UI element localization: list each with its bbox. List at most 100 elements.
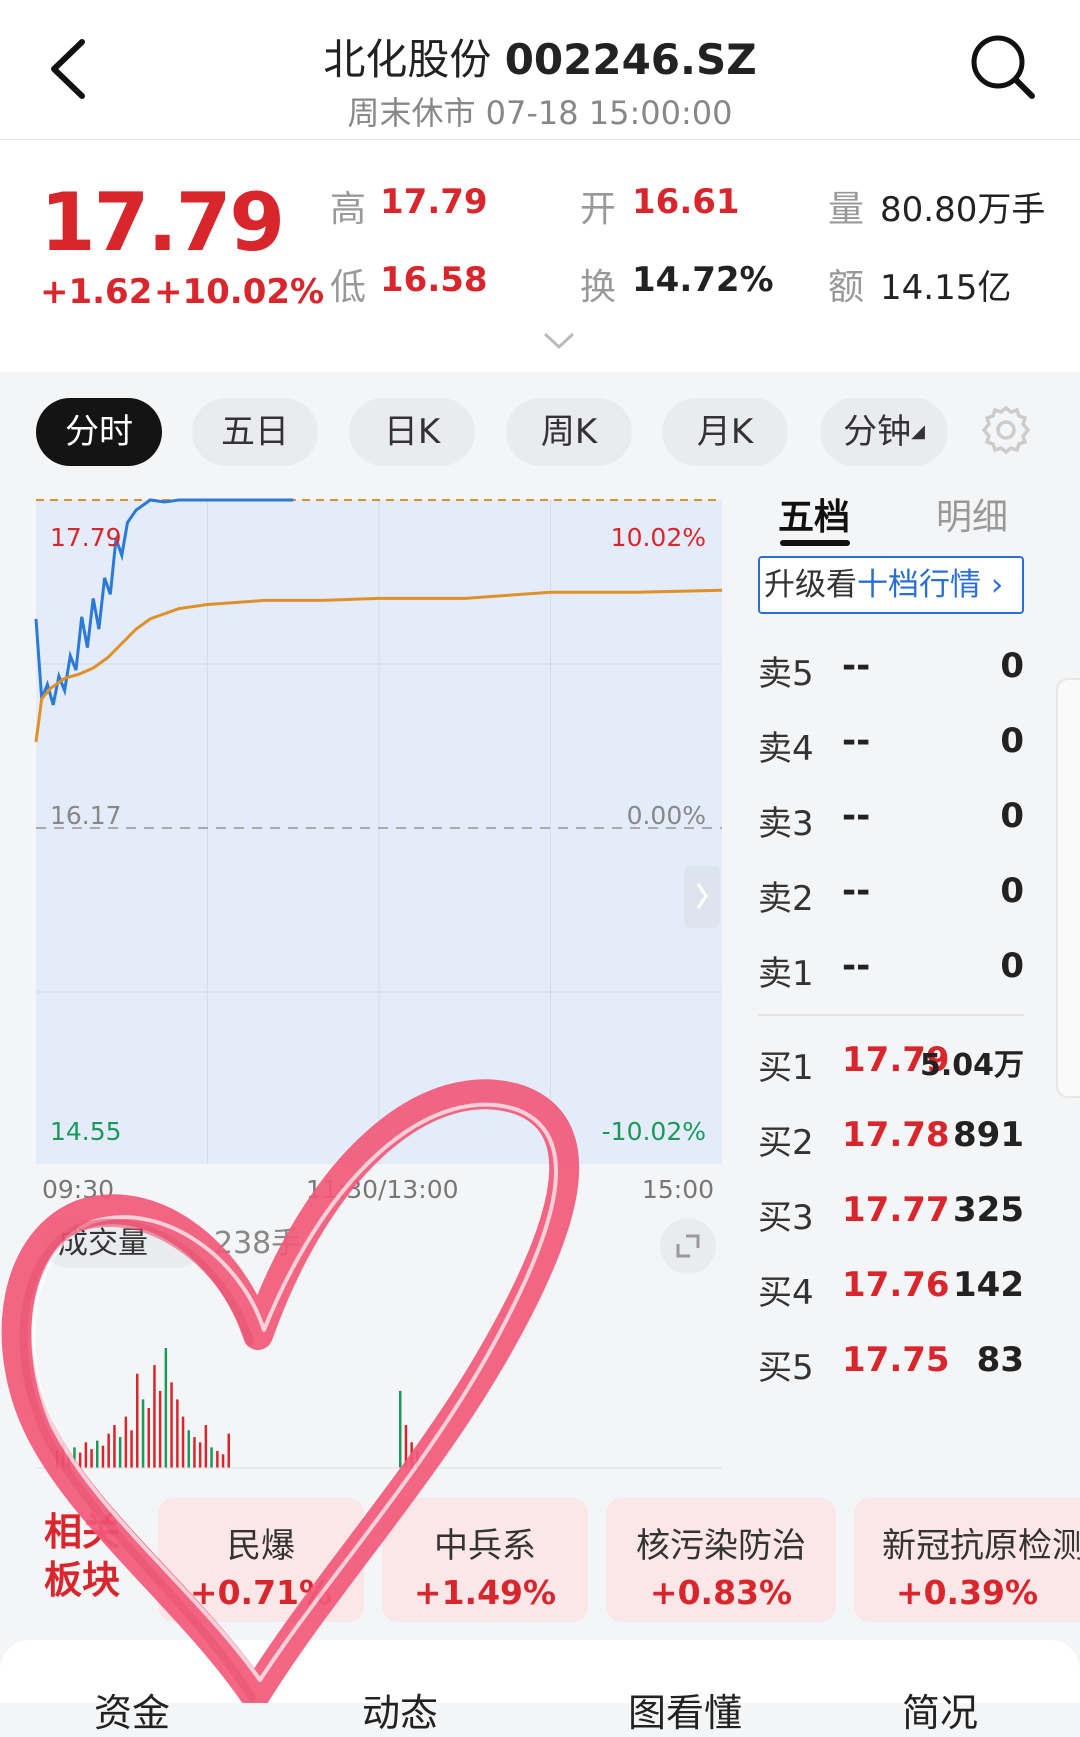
tab-minute[interactable]: 分钟◢: [820, 398, 948, 466]
bid-label: 买3: [758, 1198, 814, 1238]
ask-row: 卖2 -- 0: [758, 871, 1024, 919]
bid-price: 17.77: [842, 1190, 950, 1230]
volume-bar: [118, 1437, 122, 1468]
ask-volume: 0: [1000, 721, 1024, 761]
sector-card[interactable]: 核污染防治 +0.83%: [606, 1498, 836, 1622]
volume-bar: [404, 1425, 408, 1468]
intraday-chart[interactable]: 17.79 10.02% 16.17 0.00% 14.55 -10.02% 0…: [0, 488, 740, 1488]
open-value: 16.61: [632, 182, 740, 222]
ask-row: 卖5 -- 0: [758, 646, 1024, 694]
volume-bar: [124, 1416, 128, 1468]
bid-label: 买1: [758, 1048, 814, 1088]
tab-news[interactable]: 动态: [362, 1682, 438, 1737]
volume-bar: [153, 1365, 156, 1468]
tab-chart-explain[interactable]: 图看懂: [628, 1682, 742, 1737]
upgrade-prefix: 升级看: [764, 567, 857, 603]
ask-price: --: [842, 721, 871, 761]
volume-bar: [181, 1416, 185, 1468]
sector-card[interactable]: 新冠抗原检测 +0.39%: [854, 1498, 1080, 1622]
ask-price: --: [842, 796, 871, 836]
volume-bar: [216, 1450, 219, 1468]
tab-monthly-k[interactable]: 月K: [662, 398, 788, 466]
sector-name: 新冠抗原检测: [882, 1526, 1080, 1566]
bid-volume: 142: [953, 1265, 1024, 1305]
price-change: +1.62: [40, 272, 153, 312]
x-label-mid: 11:30/13:00: [306, 1175, 459, 1204]
related-sectors-title: 相关 板块: [44, 1508, 120, 1604]
sector-change: +0.71%: [189, 1573, 333, 1612]
volume-bar: [90, 1449, 93, 1468]
y-label-top: 17.79: [50, 523, 122, 552]
chevron-right-icon: ›: [981, 567, 1004, 603]
y-label-mid: 16.17: [50, 801, 122, 830]
high-label: 高: [330, 189, 367, 230]
bottom-tab-bar: 资金 动态 图看懂 简况: [0, 1640, 1080, 1735]
order-book-panel: 五档 明细 升级看十档行情 › 卖5 -- 0 卖4 -- 0 卖3 -- 0 卖2 -- 0 …: [740, 488, 1080, 1488]
side-drawer-handle[interactable]: [1056, 678, 1080, 1098]
upgrade-level10-button[interactable]: 升级看十档行情 ›: [758, 556, 1024, 614]
bid-label: 买5: [758, 1348, 814, 1388]
bid-row: 买4 17.76 142: [758, 1265, 1024, 1313]
tab-order-book[interactable]: 五档: [778, 488, 850, 540]
bid-volume: 83: [976, 1340, 1024, 1380]
volume-bar: [221, 1454, 225, 1468]
bid-label: 买2: [758, 1123, 814, 1163]
volume-bar: [78, 1452, 82, 1468]
sector-name: 中兵系: [434, 1526, 536, 1566]
volume-value: 80.80万手: [880, 190, 1046, 230]
volume-label: 量: [828, 189, 865, 230]
tab-funds[interactable]: 资金: [94, 1682, 170, 1737]
volume-bar: [204, 1425, 208, 1468]
tab-daily-k[interactable]: 日K: [349, 398, 475, 466]
chart-scroll-handle[interactable]: [684, 866, 720, 928]
volume-bar: [210, 1447, 213, 1468]
tab-profile[interactable]: 简况: [902, 1682, 978, 1737]
turnover-value: 14.72%: [632, 260, 774, 300]
search-icon[interactable]: [966, 30, 1040, 104]
volume-bar: [410, 1442, 413, 1468]
volume-bar: [164, 1348, 168, 1468]
chevron-down-icon[interactable]: [542, 330, 576, 352]
ask-price: --: [842, 646, 871, 686]
ask-volume: 0: [1000, 946, 1024, 986]
volume-bar: [187, 1430, 190, 1468]
sector-change: +0.83%: [649, 1573, 793, 1612]
ask-volume: 0: [1000, 796, 1024, 836]
bid-volume: 5.04万: [919, 1048, 1024, 1083]
volume-bars: [56, 1348, 419, 1468]
ask-row: 卖3 -- 0: [758, 796, 1024, 844]
low-label: 低: [330, 267, 367, 308]
volume-bar: [170, 1382, 173, 1468]
active-tab-indicator: [780, 540, 850, 546]
x-label-start: 09:30: [42, 1175, 114, 1204]
tab-minute-label: 分钟: [843, 412, 912, 452]
volume-bar: [136, 1373, 139, 1468]
volume-bar: [67, 1454, 70, 1468]
y-label-bottom-pct: -10.02%: [602, 1117, 706, 1146]
ask-label: 卖4: [758, 729, 814, 769]
tab-intraday[interactable]: 分时: [36, 398, 162, 466]
bid-price: 17.78: [842, 1115, 950, 1155]
related-title-line2: 板块: [44, 1558, 121, 1602]
sector-card[interactable]: 中兵系 +1.49%: [382, 1498, 588, 1622]
bid-row: 买2 17.78 891: [758, 1115, 1024, 1163]
sector-card[interactable]: 民爆 +0.71%: [158, 1498, 364, 1622]
gear-icon[interactable]: [978, 402, 1034, 458]
bid-price: 17.76: [842, 1265, 950, 1305]
dropdown-corner-icon: ◢: [911, 421, 925, 442]
ask-row: 卖4 -- 0: [758, 721, 1024, 769]
volume-bar: [101, 1445, 105, 1468]
bid-label: 买4: [758, 1273, 814, 1313]
sector-change: +1.49%: [413, 1573, 557, 1612]
fullscreen-button[interactable]: [660, 1218, 716, 1274]
volume-bar: [193, 1437, 196, 1468]
quote-panel: 17.79 +1.62 +10.02% 高 17.79 低 16.58 开 16…: [0, 140, 1080, 372]
tab-five-day[interactable]: 五日: [192, 398, 318, 466]
sector-change: +0.39%: [895, 1573, 1039, 1612]
header-bar: 北化股份 002246.SZ 周末休市 07-18 15:00:00: [0, 0, 1080, 140]
y-label-top-pct: 10.02%: [611, 523, 706, 552]
tab-weekly-k[interactable]: 周K: [506, 398, 632, 466]
tab-trade-detail[interactable]: 明细: [936, 488, 1008, 540]
volume-bar: [61, 1444, 65, 1468]
ask-price: --: [842, 871, 871, 911]
